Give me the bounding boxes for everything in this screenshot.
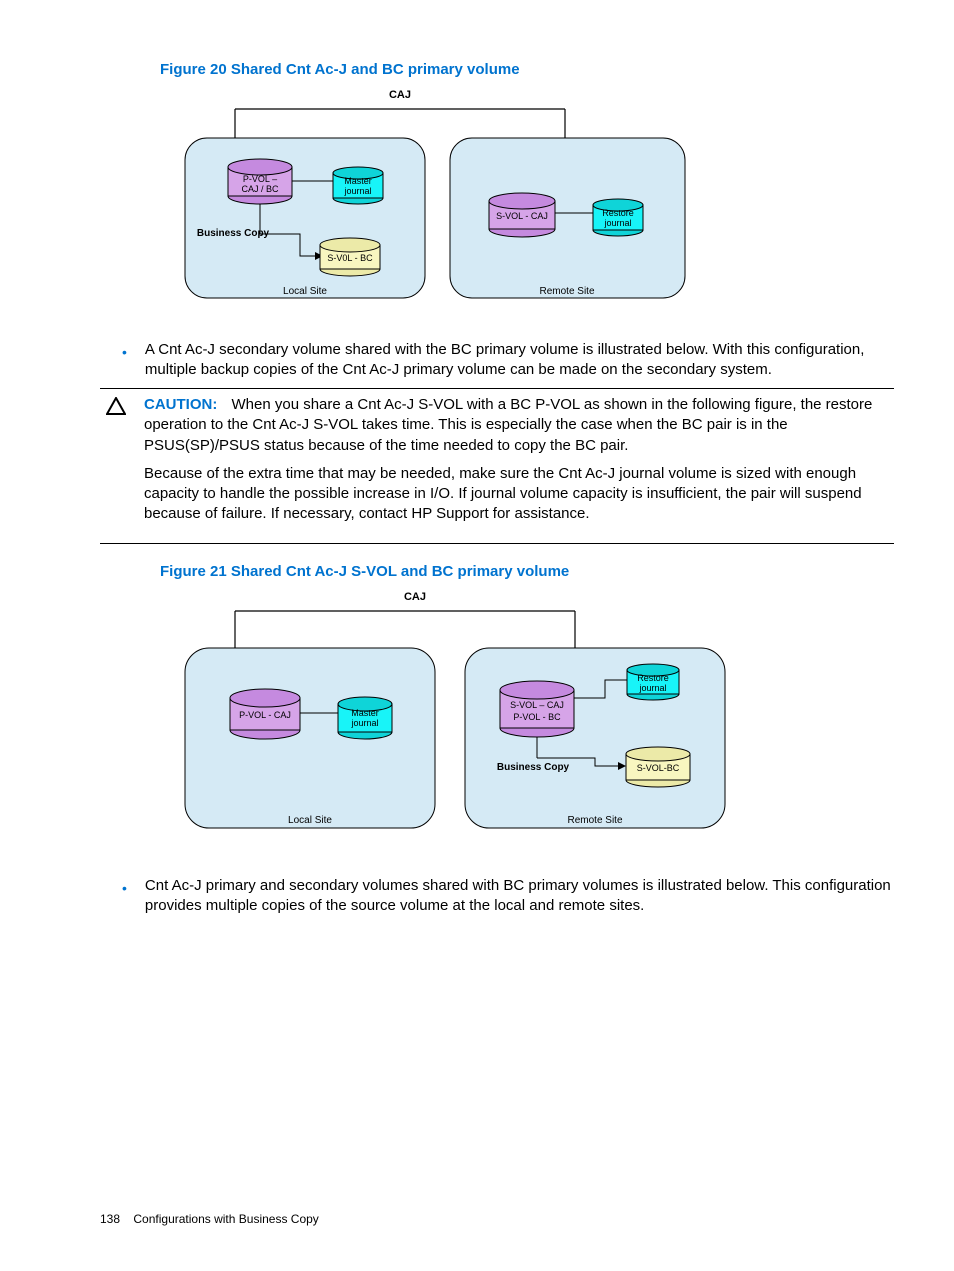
bullet-1-text: A Cnt Ac-J secondary volume shared with … <box>145 340 894 381</box>
svg-text:Master: Master <box>351 708 379 718</box>
caution-paragraph-2: Because of the extra time that may be ne… <box>144 464 894 525</box>
fig2-local-pvol: P-VOL - CAJ <box>230 689 300 739</box>
fig2-remote-svol-bc: S-VOL-BC <box>626 747 690 787</box>
svg-text:journal: journal <box>638 683 666 693</box>
fig1-bc-label: Business Copy <box>197 228 270 239</box>
fig1-local-master-journal: Master journal <box>333 167 383 204</box>
svg-text:CAJ / BC: CAJ / BC <box>241 184 279 194</box>
fig1-top-label: CAJ <box>389 89 411 101</box>
bullet-icon: • <box>122 878 127 917</box>
fig1-remote-svol: S-VOL - CAJ <box>489 193 555 237</box>
figure-21-diagram: CAJ Local Site Remote Site P-VOL - CAJ <box>175 588 894 854</box>
fig1-local-pvol: P-VOL – CAJ / BC <box>228 159 292 204</box>
bullet-1: • A Cnt Ac-J secondary volume shared wit… <box>122 340 894 381</box>
figure-20-title: Figure 20 Shared Cnt Ac-J and BC primary… <box>160 60 894 80</box>
svg-text:Restore: Restore <box>602 208 634 218</box>
svg-text:S-VOL – CAJ: S-VOL – CAJ <box>510 700 564 710</box>
fig2-remote-restore-journal: Restore journal <box>627 664 679 700</box>
fig2-local-master-journal: Master journal <box>338 697 392 739</box>
svg-text:journal: journal <box>350 718 378 728</box>
fig1-local-site-label: Local Site <box>283 286 327 297</box>
fig2-top-label: CAJ <box>404 591 426 603</box>
fig1-remote-site-label: Remote Site <box>539 286 594 297</box>
svg-text:S-V0L - BC: S-V0L - BC <box>327 253 373 263</box>
svg-text:journal: journal <box>343 186 371 196</box>
fig1-remote-restore-journal: Restore journal <box>593 199 643 236</box>
footer-section: Configurations with Business Copy <box>133 1212 318 1226</box>
caution-paragraph-1: CAUTION: When you share a Cnt Ac-J S-VOL… <box>144 395 894 456</box>
fig2-remote-site-label: Remote Site <box>567 815 622 826</box>
caution-icon <box>100 395 144 533</box>
svg-text:journal: journal <box>603 218 631 228</box>
figure-20-diagram: CAJ Local Site Remote Site P-VOL – CAJ /… <box>175 86 894 317</box>
fig2-local-site-label: Local Site <box>288 815 332 826</box>
bullet-icon: • <box>122 342 127 381</box>
bullet-2-text: Cnt Ac-J primary and secondary volumes s… <box>145 876 894 917</box>
caution-label: CAUTION: <box>144 396 217 413</box>
svg-text:Master: Master <box>344 176 372 186</box>
svg-text:P-VOL –: P-VOL – <box>243 174 277 184</box>
svg-text:P-VOL - BC: P-VOL - BC <box>513 712 561 722</box>
bullet-2: • Cnt Ac-J primary and secondary volumes… <box>122 876 894 917</box>
svg-text:S-VOL - CAJ: S-VOL - CAJ <box>496 211 548 221</box>
svg-text:S-VOL-BC: S-VOL-BC <box>637 763 680 773</box>
fig2-remote-svol: S-VOL – CAJ P-VOL - BC <box>500 681 574 737</box>
svg-text:P-VOL - CAJ: P-VOL - CAJ <box>239 710 291 720</box>
page-number: 138 <box>100 1212 120 1226</box>
svg-text:Restore: Restore <box>637 673 669 683</box>
caution-p1-text: When you share a Cnt Ac-J S-VOL with a B… <box>144 396 872 454</box>
fig2-bc-label: Business Copy <box>497 762 570 773</box>
figure-21-title: Figure 21 Shared Cnt Ac-J S-VOL and BC p… <box>160 562 894 582</box>
page-footer: 138 Configurations with Business Copy <box>100 1211 319 1227</box>
fig1-local-svol-bc: S-V0L - BC <box>320 238 380 276</box>
caution-block: CAUTION: When you share a Cnt Ac-J S-VOL… <box>100 388 894 544</box>
